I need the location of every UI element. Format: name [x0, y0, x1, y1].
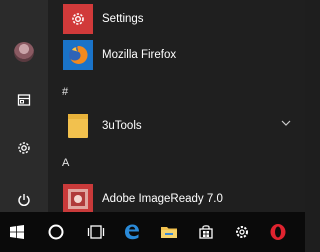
taskbar	[0, 212, 305, 252]
user-avatar-button[interactable]	[0, 28, 48, 76]
adobe-imageready-icon	[68, 189, 88, 209]
documents-button[interactable]	[0, 76, 48, 124]
rail-settings-button[interactable]	[0, 124, 48, 172]
app-item-firefox[interactable]: Mozilla Firefox	[48, 36, 305, 74]
settings-taskbar-button[interactable]	[224, 212, 260, 252]
app-label: Mozilla Firefox	[102, 49, 177, 61]
start-button[interactable]	[0, 212, 34, 252]
section-header-hash[interactable]: #	[62, 86, 68, 98]
documents-icon	[17, 94, 31, 106]
power-icon	[18, 194, 30, 207]
settings-gear-icon	[72, 13, 84, 25]
edge-icon	[125, 224, 139, 240]
opera-button[interactable]	[260, 212, 296, 252]
folder-icon	[68, 114, 88, 138]
store-button[interactable]	[188, 212, 224, 252]
start-menu-rail	[0, 0, 48, 212]
app-label: 3uTools	[102, 120, 142, 132]
app-item-settings[interactable]: Settings	[48, 0, 305, 38]
cortana-button[interactable]	[34, 212, 78, 252]
task-view-button[interactable]	[78, 212, 114, 252]
windows-start-icon	[10, 225, 24, 239]
adobe-imageready-tile	[63, 184, 93, 214]
app-item-3utools[interactable]: 3uTools	[48, 107, 305, 145]
section-header-a[interactable]: A	[62, 157, 69, 169]
store-icon	[199, 225, 213, 239]
edge-button[interactable]	[114, 212, 150, 252]
app-label: Settings	[102, 13, 144, 25]
file-explorer-button[interactable]	[150, 212, 188, 252]
firefox-tile	[63, 40, 93, 70]
3utools-tile	[63, 111, 93, 141]
cortana-icon	[48, 224, 64, 240]
settings-tile	[63, 4, 93, 34]
avatar	[14, 42, 34, 62]
file-explorer-icon	[161, 227, 177, 238]
opera-icon	[270, 224, 286, 240]
firefox-icon	[69, 45, 88, 64]
start-menu-app-list: Settings Mozilla Firefox # 3uTools A Ado…	[48, 0, 305, 248]
chevron-down-icon[interactable]	[281, 120, 291, 126]
app-label: Adobe ImageReady 7.0	[102, 193, 223, 205]
settings-icon	[18, 142, 30, 154]
task-view-icon	[87, 225, 105, 239]
settings-icon	[236, 226, 248, 238]
